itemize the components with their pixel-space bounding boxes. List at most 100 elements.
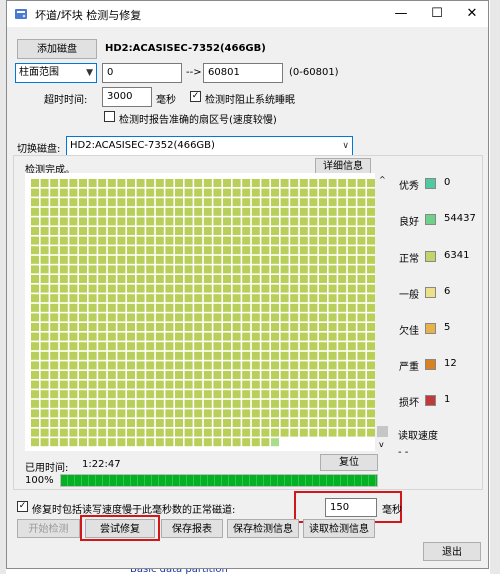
try-repair-button[interactable]: 尝试修复 bbox=[85, 519, 155, 538]
disk-block bbox=[146, 390, 155, 399]
legend-value: 12 bbox=[444, 358, 457, 369]
disk-block bbox=[40, 246, 49, 255]
disk-block bbox=[184, 313, 193, 322]
disk-block bbox=[319, 351, 327, 360]
disk-block bbox=[299, 351, 308, 360]
disk-block bbox=[271, 371, 279, 379]
range-end-input[interactable]: 60801 bbox=[203, 63, 283, 83]
save-scan-info-button[interactable]: 保存检测信息 bbox=[227, 519, 299, 538]
disk-block bbox=[165, 438, 174, 447]
range-start-input[interactable]: 0 bbox=[102, 63, 182, 83]
disk-block bbox=[88, 227, 97, 235]
disk-block bbox=[261, 313, 270, 322]
disk-block bbox=[203, 179, 212, 187]
disk-block bbox=[309, 361, 318, 370]
disk-block bbox=[299, 390, 308, 399]
switch-disk-select[interactable]: HD2:ACASISEC-7352(466GB) ∨ bbox=[66, 136, 353, 156]
disk-block bbox=[347, 371, 356, 379]
load-scan-info-button[interactable]: 读取检测信息 bbox=[303, 519, 375, 538]
disk-block bbox=[50, 351, 59, 360]
disk-block bbox=[367, 275, 375, 283]
maximize-button[interactable]: ☐ bbox=[419, 1, 455, 27]
disk-block bbox=[232, 380, 241, 389]
disk-block bbox=[136, 275, 145, 283]
disk-block bbox=[280, 399, 289, 408]
range-mode-select[interactable]: 柱面范围 ▼ bbox=[15, 63, 97, 83]
disk-block bbox=[309, 227, 318, 235]
disk-block bbox=[69, 284, 78, 293]
disk-block bbox=[367, 323, 375, 331]
disk-block bbox=[280, 419, 289, 427]
disk-block bbox=[338, 284, 347, 293]
disk-block bbox=[184, 188, 193, 197]
chevron-up-icon[interactable]: ^ bbox=[379, 175, 386, 184]
title-bar: 坏道/坏块 检测与修复 — ☐ ✕ bbox=[7, 1, 488, 27]
start-scan-button[interactable]: 开始检测 bbox=[17, 519, 80, 538]
disk-block bbox=[59, 323, 68, 331]
disk-block bbox=[347, 351, 356, 360]
disk-block bbox=[251, 409, 260, 418]
disk-block bbox=[127, 399, 135, 408]
disk-block bbox=[309, 399, 318, 408]
disk-block bbox=[194, 275, 203, 283]
legend-swatch bbox=[425, 178, 436, 189]
disk-block bbox=[242, 438, 251, 447]
disk-block bbox=[338, 351, 347, 360]
disk-block bbox=[347, 227, 356, 235]
reset-button[interactable]: 复位 bbox=[320, 454, 378, 471]
disk-block bbox=[165, 323, 174, 331]
report-sector-checkbox[interactable] bbox=[104, 111, 115, 122]
disk-block bbox=[107, 361, 116, 370]
disk-block bbox=[347, 217, 356, 226]
disk-block bbox=[117, 188, 126, 197]
disk-block bbox=[367, 255, 375, 264]
disk-block bbox=[203, 217, 212, 226]
timeout-input[interactable]: 3000 bbox=[102, 87, 152, 107]
disk-block bbox=[232, 236, 241, 245]
minimize-button[interactable]: — bbox=[383, 1, 419, 27]
disk-block bbox=[146, 428, 155, 437]
disk-block bbox=[328, 265, 337, 274]
disk-block bbox=[328, 275, 337, 283]
disk-block bbox=[367, 361, 375, 370]
legend-value: 1 bbox=[444, 394, 451, 405]
disk-block bbox=[299, 227, 308, 235]
exit-button[interactable]: 退出 bbox=[423, 542, 481, 561]
add-disk-button[interactable]: 添加磁盘 bbox=[17, 39, 97, 59]
disk-block bbox=[79, 217, 87, 226]
disk-block bbox=[175, 217, 183, 226]
repair-threshold-input[interactable]: 150 bbox=[325, 498, 377, 517]
disk-block bbox=[136, 380, 145, 389]
disk-block bbox=[203, 236, 212, 245]
disk-block bbox=[203, 332, 212, 341]
save-report-button[interactable]: 保存报表 bbox=[161, 519, 223, 538]
disk-block bbox=[40, 428, 49, 437]
disk-block bbox=[309, 217, 318, 226]
disk-block bbox=[271, 198, 279, 207]
disk-block bbox=[271, 265, 279, 274]
disk-block bbox=[213, 207, 222, 216]
disk-block bbox=[347, 390, 356, 399]
close-button[interactable]: ✕ bbox=[454, 1, 490, 27]
block-map-scrollbar[interactable]: ^ v bbox=[376, 173, 390, 451]
disk-block bbox=[213, 361, 222, 370]
prevent-sleep-checkbox[interactable]: ✓ bbox=[190, 91, 201, 102]
disk-block bbox=[88, 428, 97, 437]
range-arrow: --> bbox=[186, 67, 202, 78]
chevron-down-icon[interactable]: v bbox=[379, 440, 384, 449]
disk-block bbox=[299, 236, 308, 245]
legend-value: 6341 bbox=[444, 250, 470, 261]
disk-block bbox=[251, 399, 260, 408]
repair-include-checkbox[interactable]: ✓ bbox=[17, 501, 28, 512]
disk-block bbox=[155, 409, 164, 418]
disk-block bbox=[203, 198, 212, 207]
disk-block bbox=[146, 399, 155, 408]
disk-block bbox=[357, 380, 366, 389]
disk-block bbox=[203, 419, 212, 427]
disk-block bbox=[31, 361, 39, 370]
disk-block bbox=[146, 351, 155, 360]
disk-block bbox=[223, 361, 231, 370]
disk-block bbox=[194, 284, 203, 293]
disk-block bbox=[280, 198, 289, 207]
disk-block bbox=[319, 265, 327, 274]
